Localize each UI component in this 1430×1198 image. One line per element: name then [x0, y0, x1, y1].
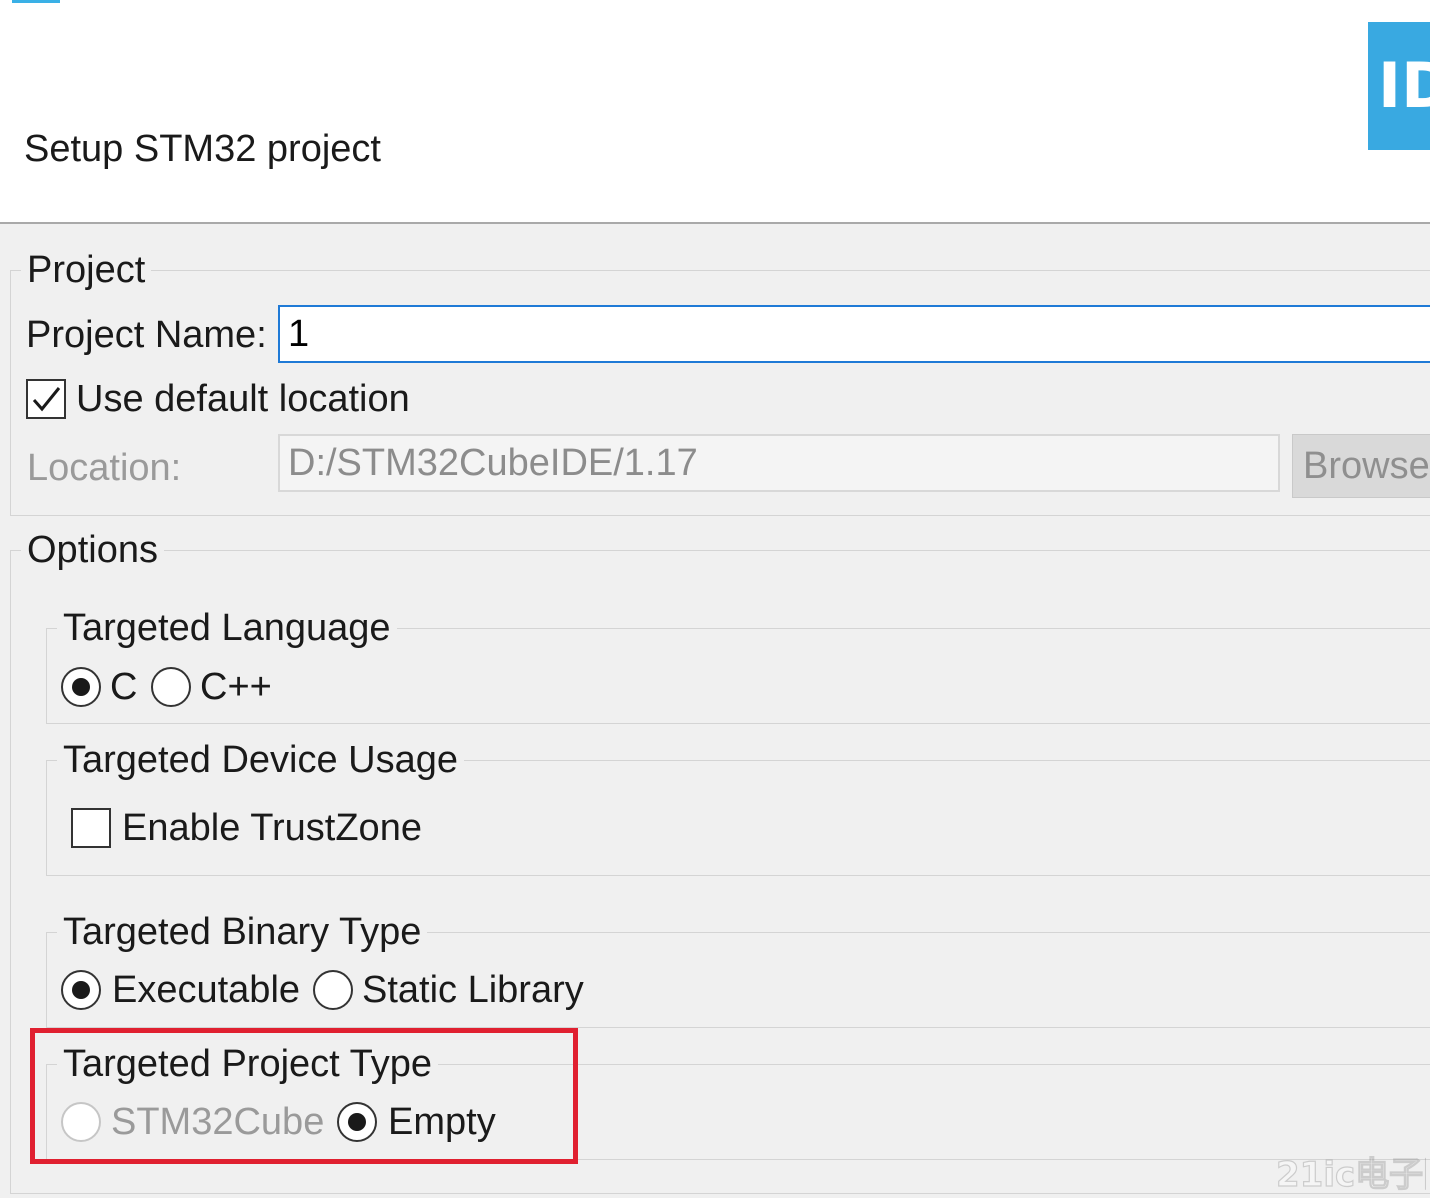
binary-static-library-radio[interactable]	[313, 970, 353, 1010]
page-title: Setup STM32 project	[24, 128, 381, 170]
language-cpp-label: C++	[200, 666, 272, 708]
language-c-radio[interactable]	[61, 667, 101, 707]
binary-executable-label: Executable	[112, 969, 301, 1011]
options-group-legend: Options	[27, 529, 158, 571]
targeted-language-legend: Targeted Language	[63, 607, 391, 649]
language-c-label: C	[110, 666, 138, 708]
svg-text:21ic电子网: 21ic电子网	[1276, 1155, 1426, 1194]
project-name-input[interactable]: 1	[278, 305, 1430, 363]
binary-static-library-label: Static Library	[362, 969, 584, 1011]
targeted-device-usage-legend: Targeted Device Usage	[63, 739, 458, 781]
project-name-label: Project Name:	[26, 314, 267, 356]
project-type-stm32cube-label: STM32Cube	[111, 1101, 325, 1143]
location-label: Location:	[27, 447, 182, 489]
use-default-location-label: Use default location	[76, 378, 410, 420]
project-type-empty-label: Empty	[388, 1101, 496, 1143]
use-default-location-checkbox[interactable]	[26, 379, 66, 419]
binary-executable-radio[interactable]	[61, 970, 101, 1010]
checkmark-icon	[32, 387, 61, 412]
watermark-logo-icon: 21ic电子网	[1276, 1154, 1426, 1194]
ide-logo-icon: ID	[1368, 22, 1430, 150]
enable-trustzone-checkbox[interactable]	[71, 808, 111, 848]
wizard-header: Setup STM32 project ID	[0, 0, 1430, 224]
location-input[interactable]: D:/STM32CubeIDE/1.17	[278, 434, 1280, 492]
project-type-stm32cube-radio[interactable]	[61, 1102, 101, 1142]
header-accent-bar	[12, 0, 60, 3]
targeted-project-type-legend: Targeted Project Type	[63, 1043, 432, 1085]
language-cpp-radio[interactable]	[151, 667, 191, 707]
browse-button[interactable]: Browse...	[1292, 434, 1430, 498]
project-group-legend: Project	[27, 249, 146, 291]
project-type-empty-radio[interactable]	[337, 1102, 377, 1142]
targeted-binary-type-legend: Targeted Binary Type	[63, 911, 422, 953]
enable-trustzone-label: Enable TrustZone	[122, 807, 422, 849]
